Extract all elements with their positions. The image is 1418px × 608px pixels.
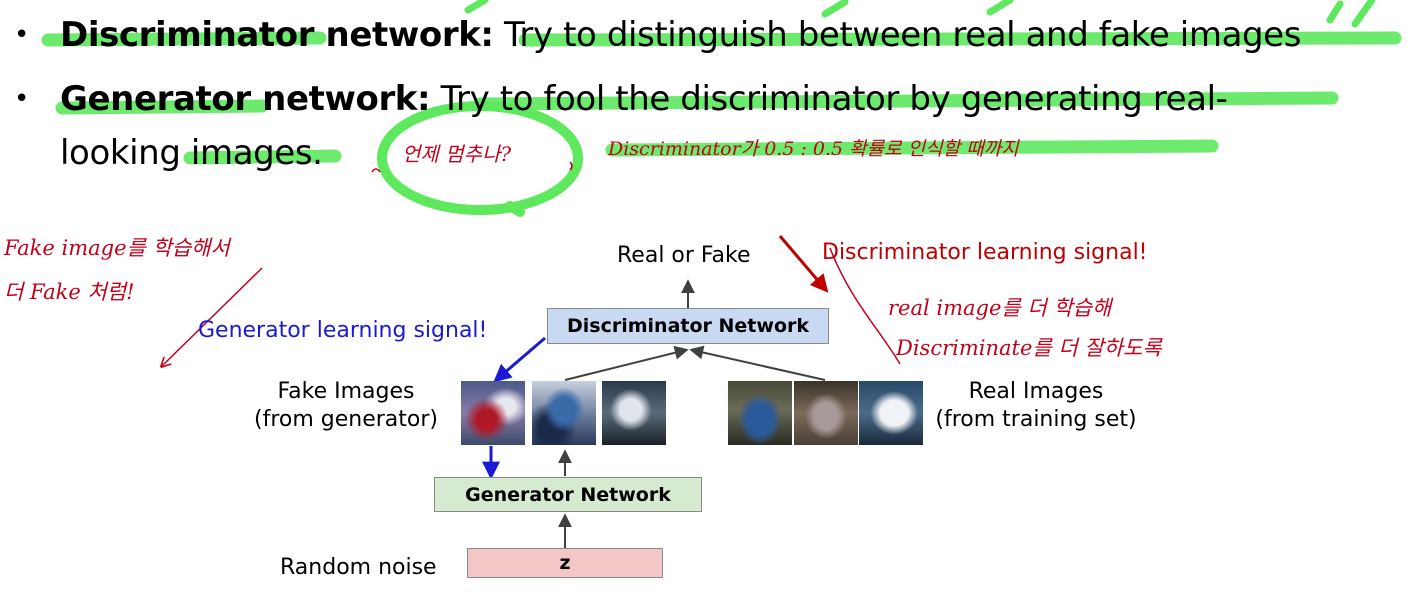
- discriminator-network-box: Discriminator Network: [547, 308, 829, 344]
- bullet-marker: •: [14, 84, 30, 114]
- bullet-discriminator: Discriminator network: Try to distinguis…: [60, 18, 1301, 52]
- circled-note: 언제 멈추나?: [402, 142, 512, 166]
- fake-images-label: Fake Images (from generator): [248, 378, 444, 433]
- right-note-line-2: Discriminate를 더 잘하도록: [896, 336, 1162, 360]
- bullet-term: Discriminator network:: [60, 15, 494, 55]
- bullet-generator: Generator network: Try to fool the discr…: [60, 82, 1228, 116]
- arrow-fake-to-discriminator: [564, 345, 689, 381]
- fake-image-2: [532, 381, 596, 445]
- arrow-generator-signal: [493, 336, 546, 383]
- real-images-source: (from training set): [935, 406, 1137, 432]
- fake-image-3: [602, 381, 666, 445]
- bullet-term: Generator network:: [60, 79, 431, 119]
- random-noise-label: Random noise: [280, 555, 437, 580]
- noise-z-box: z: [467, 548, 663, 578]
- fake-image-1: [461, 381, 525, 445]
- bullet-text: Try to distinguish between real and fake…: [493, 15, 1302, 55]
- right-note-line-1: real image를 더 학습해: [888, 296, 1112, 320]
- generator-network-box: Generator Network: [434, 477, 702, 512]
- real-images-title: Real Images: [968, 379, 1104, 404]
- bullet-marker: •: [14, 20, 30, 50]
- left-note-line-1: Fake image를 학습해서: [4, 236, 230, 260]
- arrow-real-to-discriminator: [689, 345, 826, 381]
- real-image-2: [794, 381, 858, 445]
- fake-images-source: (from generator): [254, 406, 438, 432]
- fake-images-title: Fake Images: [277, 379, 415, 404]
- real-images-label: Real Images (from training set): [930, 378, 1142, 433]
- real-image-3: [859, 381, 923, 445]
- arrow-discriminator-signal: [778, 235, 829, 293]
- top-note: Discriminator가 0.5 : 0.5 확률로 인식할 때까지: [608, 138, 1019, 160]
- output-label: Real or Fake: [617, 243, 751, 268]
- discriminator-learning-signal-label: Discriminator learning signal!: [822, 240, 1148, 265]
- bullet-generator-continuation: looking images.: [60, 133, 323, 173]
- real-image-1: [728, 381, 792, 445]
- generator-learning-signal-label: Generator learning signal!: [198, 318, 488, 343]
- bullet-text: Try to fool the discriminator by generat…: [430, 79, 1228, 119]
- hand-arrow-left: [162, 267, 263, 366]
- left-note-line-2: 더 Fake 처럼!: [4, 280, 135, 304]
